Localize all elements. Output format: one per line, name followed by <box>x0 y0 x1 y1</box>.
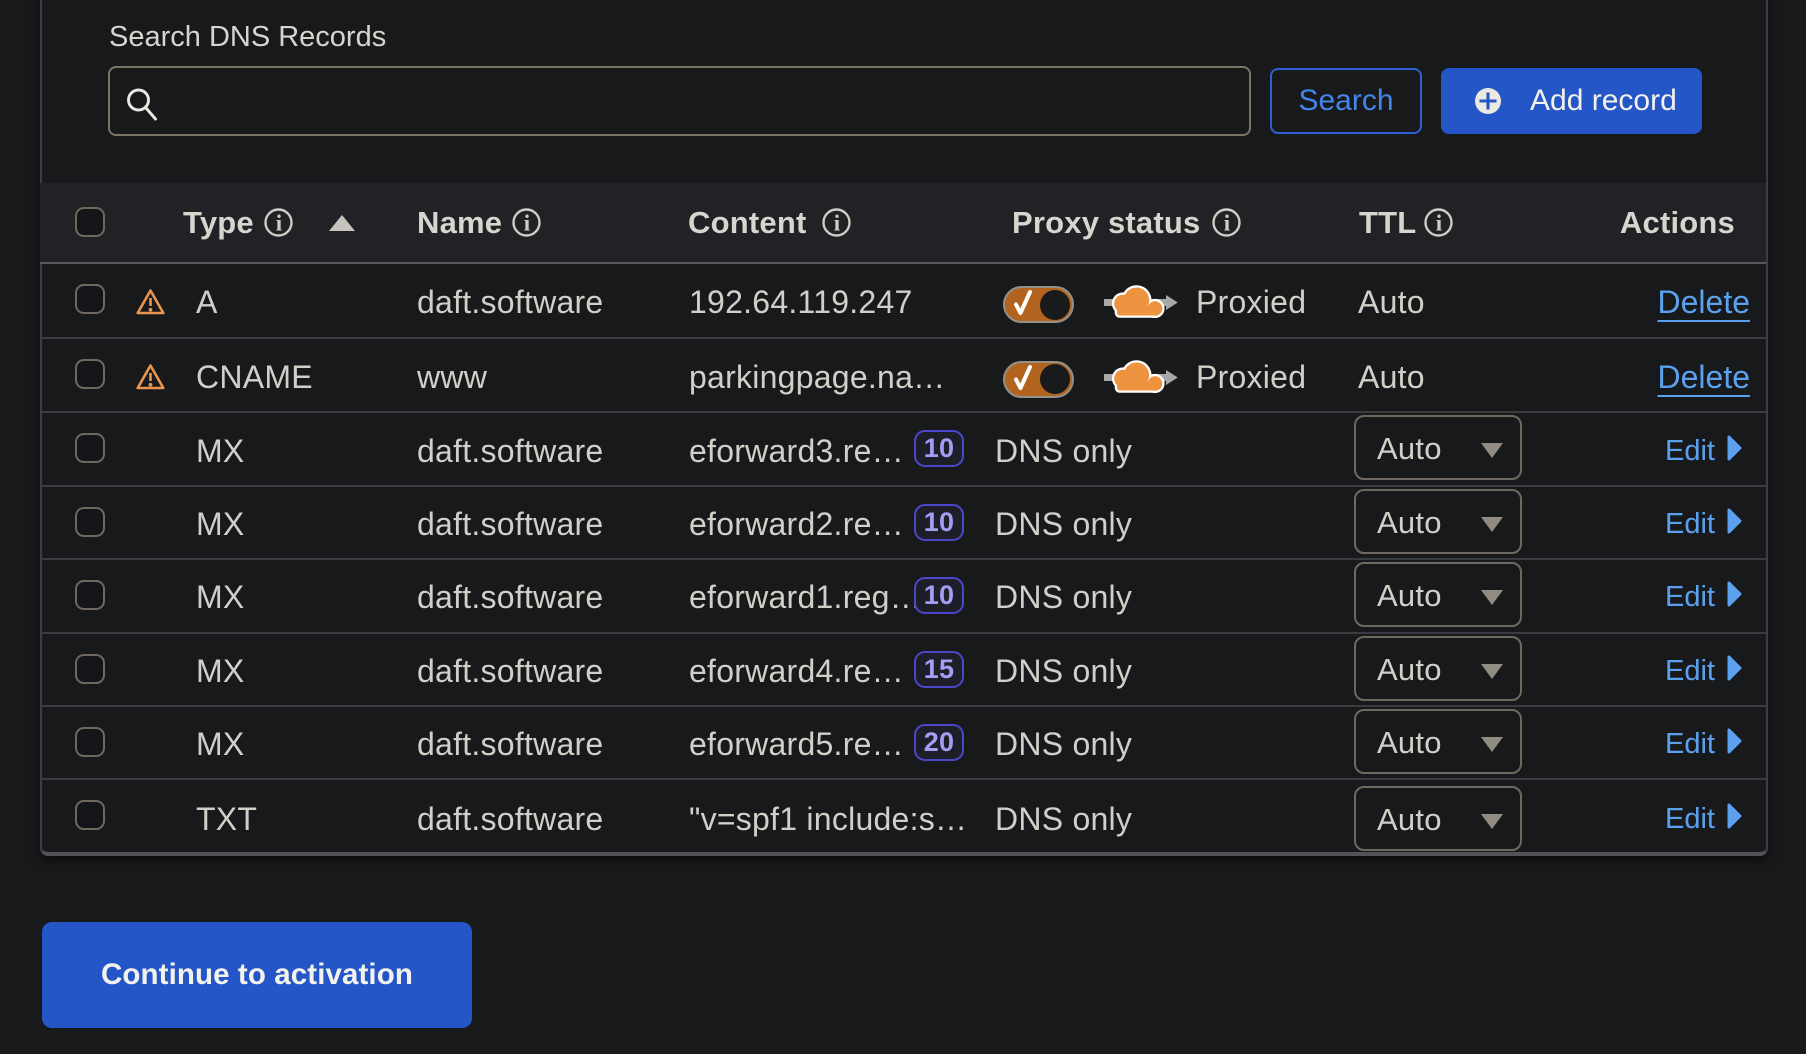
svg-text:i: i <box>524 211 531 236</box>
svg-text:i: i <box>1224 211 1231 236</box>
svg-text:i: i <box>276 211 283 236</box>
svg-text:i: i <box>834 211 841 236</box>
svg-text:i: i <box>1436 211 1443 236</box>
